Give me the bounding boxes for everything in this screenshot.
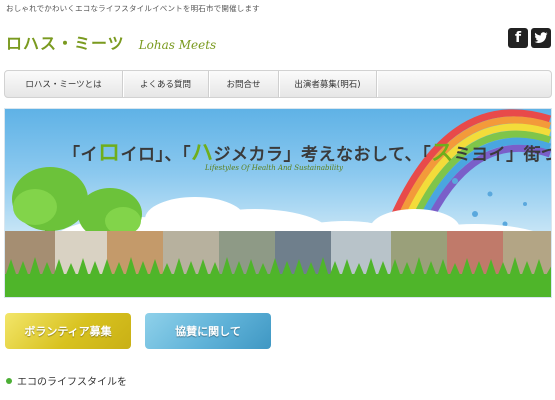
bullet-icon: [6, 377, 12, 384]
nav-item-performer-recruit[interactable]: 出演者募集(明石): [279, 71, 377, 97]
logo-japanese: ロハス・ミーツ: [6, 34, 125, 53]
hero-banner: 「イロイロ」、「ハジメカラ」考えなおして、「スミヨイ」街づくり Lifestyl…: [4, 108, 552, 298]
nav-item-contact[interactable]: お問合せ: [209, 71, 279, 97]
section-heading-text: エコのライフスタイルを: [17, 377, 127, 388]
nav-item-faq[interactable]: よくある質問: [123, 71, 209, 97]
sponsorship-banner[interactable]: 協賛に関して: [145, 313, 271, 349]
headline-accent: ス: [431, 141, 454, 166]
hero-subtitle: Lifestyles Of Health And Sustainability: [205, 164, 343, 172]
headline-part: ジメカラ」考えなおして、「: [213, 145, 432, 165]
volunteer-recruit-banner[interactable]: ボランティア募集: [5, 313, 131, 349]
headline-part: ミヨイ」街づくり: [453, 145, 551, 165]
nav-item-about[interactable]: ロハス・ミーツとは: [5, 71, 123, 97]
site-logo[interactable]: ロハス・ミーツ Lohas Meets: [6, 30, 217, 53]
headline-accent: ハ: [191, 141, 214, 166]
logo-english: Lohas Meets: [138, 38, 217, 52]
twitter-icon[interactable]: [531, 28, 551, 48]
hero-headline: 「イロイロ」、「ハジメカラ」考えなおして、「スミヨイ」街づくり: [63, 135, 551, 167]
main-navigation: ロハス・ミーツとは よくある質問 お問合せ 出演者募集(明石): [4, 70, 552, 98]
headline-part: イロ」、「: [120, 145, 192, 165]
headline-accent: ロ: [98, 141, 121, 166]
site-tagline: おしゃれでかわいくエコなライフスタイルイベントを明石市で開催します: [6, 4, 260, 13]
facebook-icon[interactable]: f: [508, 28, 528, 48]
section-heading: エコのライフスタイルを: [6, 373, 127, 388]
headline-part: 「イ: [63, 145, 98, 165]
twitter-bird-icon: [534, 32, 548, 43]
